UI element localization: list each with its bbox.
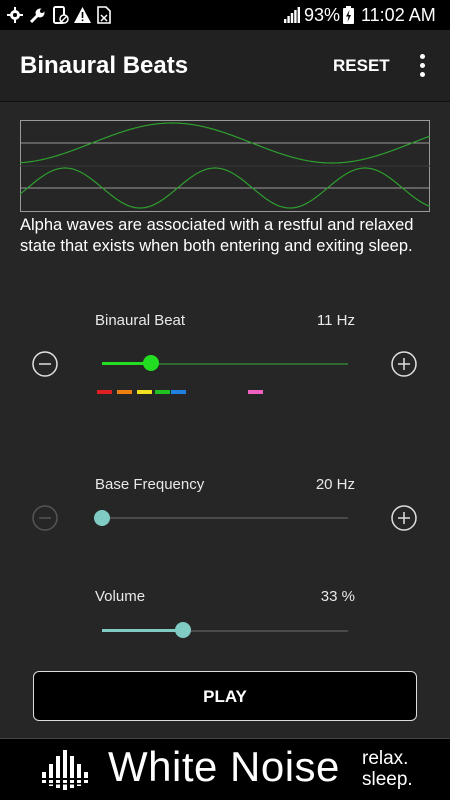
band-marker [248,390,263,394]
base-frequency-label: Base Frequency [95,476,205,493]
plus-circle-icon[interactable] [391,351,417,377]
warning-icon [74,7,91,23]
page-title: Binaural Beats [20,52,189,79]
reset-button[interactable]: RESET [333,56,390,76]
binaural-beat-value: 11 Hz [316,312,355,329]
volume-label: Volume [95,588,146,605]
white-noise-banner[interactable]: White Noise relax. sleep. [0,738,450,800]
plus-circle-icon[interactable] [391,505,417,531]
phone-off-icon [53,6,69,24]
wave-description: Alpha waves are associated with a restfu… [20,216,414,255]
battery-charging-icon [343,6,354,24]
band-marker [137,390,152,394]
minus-circle-icon[interactable] [32,505,58,531]
banner-tagline-relax: relax. [362,748,409,769]
base-frequency-value: 20 Hz [315,476,355,493]
banner-tagline: relax. sleep. [362,748,413,790]
banner-title: White Noise [108,743,340,790]
band-marker [97,390,112,394]
signal-icon [284,7,300,23]
sim-icon [97,6,111,24]
volume-value: 33 % [320,588,355,605]
waveform-display [20,120,430,212]
app-bar: Binaural Beats RESET [0,30,450,102]
base-frequency-track[interactable] [102,517,348,519]
binaural-beat-label: Binaural Beat [95,312,186,329]
play-button[interactable]: PLAY [33,671,417,721]
minus-circle-icon[interactable] [32,351,58,377]
more-vert-icon[interactable] [414,52,430,82]
volume-fill [102,629,184,632]
base-frequency-slider-thumb[interactable] [94,510,110,526]
band-marker [171,390,186,394]
clock: 11:02 AM [361,5,436,25]
status-bar: 93% 11:02 AM [0,0,450,30]
banner-tagline-sleep: sleep. [362,769,413,790]
settings-icon [7,7,23,23]
band-marker [117,390,132,394]
wrench-icon [29,8,45,24]
play-button-label: PLAY [203,687,247,706]
band-marker [155,390,170,394]
battery-percent: 93% [304,5,341,25]
equalizer-logo-icon [40,750,94,790]
